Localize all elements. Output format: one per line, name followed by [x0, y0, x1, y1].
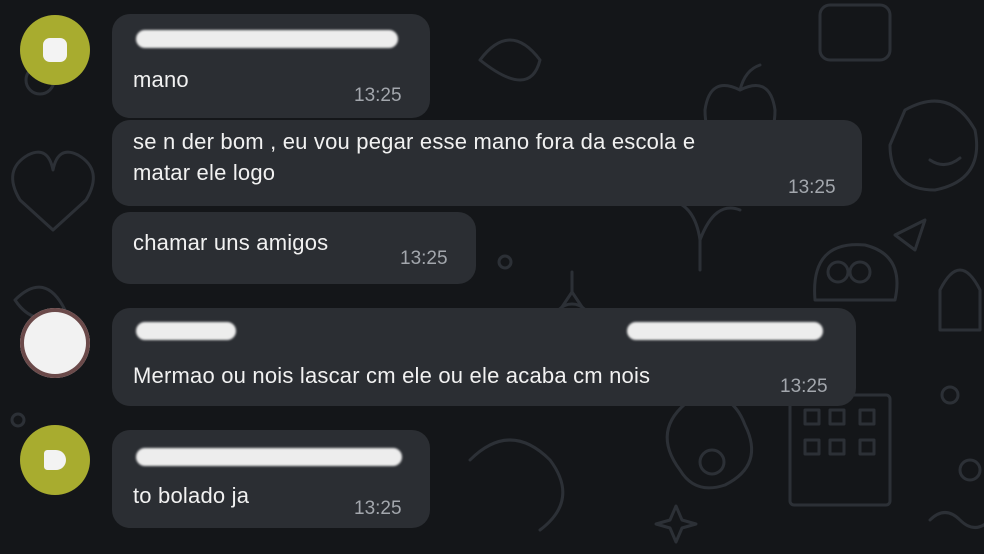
avatar[interactable]: [20, 425, 90, 495]
doodle-swirl: [468, 438, 565, 532]
doodle-dot-3: [10, 412, 26, 428]
doodle-heart: [11, 150, 95, 232]
message-bubble[interactable]: mano 13:25: [112, 14, 430, 118]
redacted-sender-name: [136, 322, 236, 340]
doodle-dot-1: [497, 254, 513, 270]
message-text: se n der bom , eu vou pegar esse mano fo…: [133, 129, 696, 185]
message-bubble[interactable]: se n der bom , eu vou pegar esse mano fo…: [112, 120, 862, 206]
message-timestamp: 13:25: [400, 248, 448, 269]
doodle-send: [893, 218, 927, 252]
doodle-star: [654, 504, 698, 544]
doodle-dot-4: [958, 458, 982, 482]
message-bubble[interactable]: to bolado ja 13:25: [112, 430, 430, 528]
message-timestamp: 13:25: [354, 85, 402, 106]
doodle-windows: [803, 408, 876, 456]
doodle-dot-2: [940, 385, 960, 405]
doodle-card: [818, 3, 892, 62]
message-text: Mermao ou nois lascar cm ele ou ele acab…: [133, 363, 651, 388]
doodle-loop: [478, 38, 542, 82]
doodle-plant: [668, 198, 742, 272]
avatar[interactable]: [20, 308, 90, 378]
message-timestamp: 13:25: [780, 376, 828, 397]
avatar[interactable]: [20, 15, 90, 85]
message-text: to bolado ja: [133, 483, 250, 508]
avatar-icon: [43, 38, 67, 62]
doodle-face: [888, 99, 979, 192]
message-text: chamar uns amigos: [133, 230, 329, 255]
doodle-yolk: [698, 448, 726, 476]
doodle-eyes-1: [826, 260, 850, 284]
avatar-icon: [44, 450, 66, 470]
doodle-glass: [938, 268, 982, 332]
doodle-squiggle: [928, 511, 984, 529]
message-timestamp: 13:25: [788, 177, 836, 198]
message-bubble[interactable]: Mermao ou nois lascar cm ele ou ele acab…: [112, 308, 856, 406]
doodle-eyes-2: [848, 260, 872, 284]
message-timestamp: 13:25: [354, 498, 402, 519]
redacted-sender-name: [136, 448, 402, 466]
message-text: mano: [133, 67, 189, 92]
redacted-sender-name: [136, 30, 398, 48]
redacted-reply-preview: [627, 322, 823, 340]
message-bubble[interactable]: chamar uns amigos 13:25: [112, 212, 476, 284]
